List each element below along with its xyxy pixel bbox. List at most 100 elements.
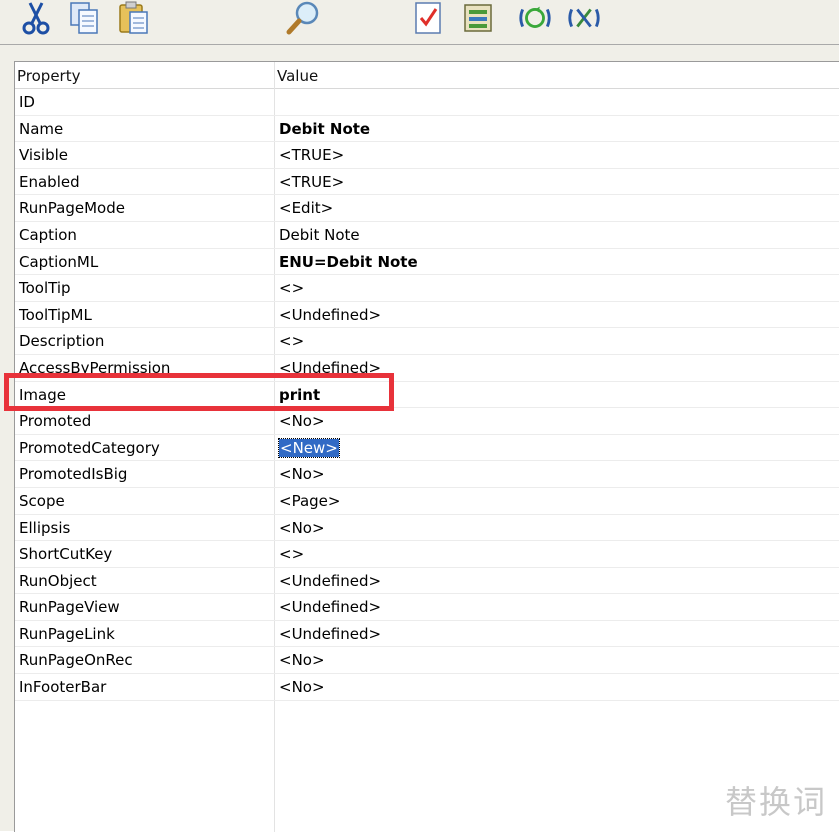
property-value-text: ENU=Debit Note [279,252,418,271]
property-name: Ellipsis [19,518,71,537]
find-icon[interactable] [285,0,321,36]
property-value-text: <Undefined> [279,624,382,643]
properties-panel: Property Value ID Name Debit Note Visible <T… [0,45,839,832]
property-name: Caption [19,225,77,244]
header-property[interactable]: Property [15,62,80,88]
property-name: InFooterBar [19,678,107,697]
copy-icon[interactable] [66,0,102,36]
toolbar [0,0,839,45]
property-row[interactable]: Ellipsis <No> [15,515,839,542]
property-row[interactable]: Caption Debit Note [15,222,839,249]
property-name: RunPageView [19,598,120,617]
property-name: Enabled [19,172,80,191]
property-name: RunPageOnRec [19,651,133,670]
property-value-text: <No> [279,678,325,697]
property-value[interactable]: <> [279,328,304,354]
property-row[interactable]: ToolTip <> [15,275,839,302]
property-value[interactable]: <Undefined> [279,355,381,381]
property-value-text: <No> [279,518,325,537]
watermark: 替换词 [724,783,827,821]
property-value[interactable]: <Page> [279,488,340,514]
property-value[interactable]: Debit Note [279,222,360,248]
property-name: Visible [19,146,68,165]
property-name: CaptionML [19,252,99,271]
property-row[interactable]: ShortCutKey <> [15,541,839,568]
property-value[interactable]: Debit Note [279,116,370,142]
property-row[interactable]: Description <> [15,328,839,355]
property-value[interactable]: <No> [279,515,325,541]
property-row[interactable]: Name Debit Note [15,116,839,143]
property-row[interactable]: RunPageView <Undefined> [15,594,839,621]
property-name: ShortCutKey [19,545,113,564]
property-name: PromotedCategory [19,438,160,457]
property-value[interactable]: <Undefined> [279,594,381,620]
cut-icon[interactable] [18,0,54,36]
property-value-text: <Page> [279,491,341,510]
property-name: Promoted [19,412,92,431]
property-row[interactable]: RunPageMode <Edit> [15,195,839,222]
property-name: RunPageLink [19,624,115,643]
property-name: Description [19,332,105,351]
property-row[interactable]: AccessByPermission <Undefined> [15,355,839,382]
property-value[interactable]: <Undefined> [279,302,381,328]
property-row[interactable]: Promoted <No> [15,408,839,435]
property-row[interactable]: CaptionML ENU=Debit Note [15,249,839,276]
refresh-icon[interactable] [517,0,553,36]
property-value-text: Debit Note [279,119,371,138]
property-row[interactable]: Enabled <TRUE> [15,169,839,196]
property-value[interactable]: <TRUE> [279,142,344,168]
property-value-text: <> [279,545,305,564]
property-value-text: <Edit> [279,199,334,218]
property-name: ToolTip [19,279,71,298]
property-value[interactable]: <Undefined> [279,621,381,647]
property-value[interactable]: <> [279,541,304,567]
property-value-text: <No> [279,465,325,484]
property-value[interactable]: <TRUE> [279,169,344,195]
property-value-text: <No> [279,651,325,670]
property-value[interactable]: <No> [279,408,325,434]
grid-rows: ID Name Debit Note Visible <TRUE> Enabled <TRU… [15,89,839,701]
property-name: RunPageMode [19,199,125,218]
property-row[interactable]: PromotedCategory <New> [15,435,839,462]
property-row[interactable]: RunPageOnRec <No> [15,647,839,675]
checklist-icon[interactable] [410,0,446,36]
property-value[interactable]: print [279,382,320,408]
property-row[interactable]: ToolTipML <Undefined> [15,302,839,329]
property-row[interactable]: InFooterBar <No> [15,674,839,701]
property-name: RunObject [19,571,97,590]
property-value-text: <Undefined> [279,358,382,377]
property-row[interactable]: Scope <Page> [15,488,839,515]
properties-icon[interactable] [460,0,496,36]
property-name: Scope [19,491,65,510]
property-name: PromotedIsBig [19,465,128,484]
property-value[interactable]: <Edit> [279,195,333,221]
property-row[interactable]: RunObject <Undefined> [15,568,839,595]
property-value[interactable]: <> [279,275,304,301]
property-value-text: <> [279,332,305,351]
property-value-text: <> [279,279,305,298]
property-value[interactable]: <No> [279,674,325,700]
property-value[interactable]: ENU=Debit Note [279,249,418,275]
property-name: ID [19,93,35,111]
property-row[interactable]: Image print [15,382,839,409]
paste-icon[interactable] [116,0,152,36]
property-value-text: <TRUE> [279,172,345,191]
property-value-text: <Undefined> [279,305,382,324]
property-value-text: <New> [278,437,340,458]
property-value[interactable]: <New> [278,435,340,461]
property-row[interactable]: RunPageLink <Undefined> [15,621,839,648]
property-value-text: <No> [279,412,325,431]
property-value[interactable]: <Undefined> [279,568,381,594]
property-value-text: <Undefined> [279,598,382,617]
tools-icon[interactable] [566,0,602,36]
property-value[interactable]: <No> [279,461,325,487]
property-row[interactable]: ID [15,89,839,116]
property-name: Name [19,119,64,138]
property-row[interactable]: PromotedIsBig <No> [15,461,839,488]
property-row[interactable]: Visible <TRUE> [15,142,839,169]
property-name: AccessByPermission [19,358,171,377]
property-value[interactable]: <No> [279,647,325,673]
property-value-text: print [279,385,321,404]
property-name: ToolTipML [19,305,92,324]
header-value[interactable]: Value [275,62,318,88]
